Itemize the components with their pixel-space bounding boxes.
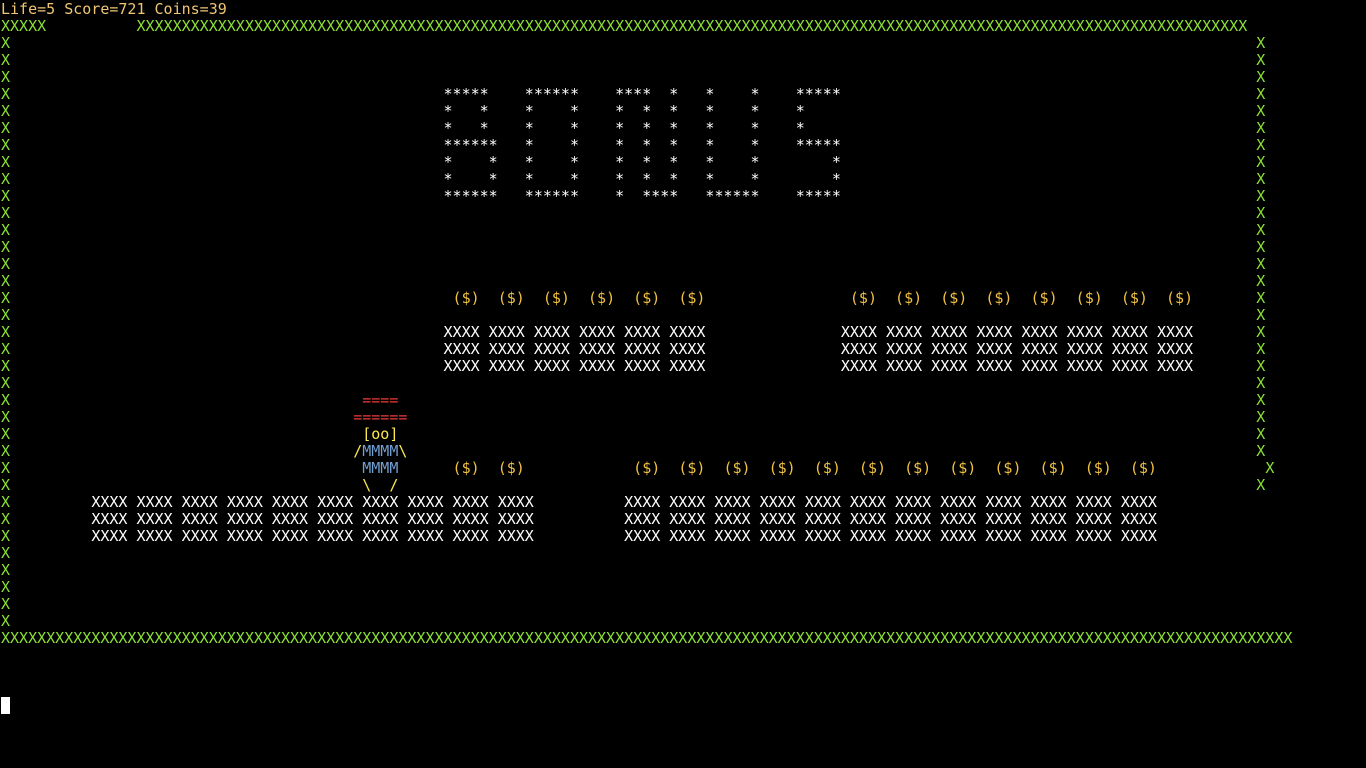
- screen-row: X X: [1, 374, 1266, 392]
- screen-row: X X: [1, 272, 1266, 290]
- screen-row: X ($) ($) ($) ($) ($) ($) ($) ($) ($) ($…: [1, 289, 1266, 307]
- screen-row: XXXXXXXXXXXXXXXXXXXXXXXXXXXXXXXXXXXXXXXX…: [1, 629, 1293, 647]
- screen-row: X ****** * * * * * * * ***** X: [1, 136, 1266, 154]
- screen-row: X \ / X: [1, 476, 1266, 494]
- screen-row: X: [1, 561, 11, 579]
- screen-row: X XXXX XXXX XXXX XXXX XXXX XXXX XXXX XXX…: [1, 340, 1266, 358]
- screen-row: X ****** ****** * **** ****** ***** X: [1, 187, 1266, 205]
- screen-row: X ==== X: [1, 391, 1266, 409]
- screen-row: X X: [1, 34, 1266, 52]
- screen-row: X XXXX XXXX XXXX XXXX XXXX XXXX XXXX XXX…: [1, 357, 1266, 375]
- screen-row: X MMMM ($) ($) ($) ($) ($) ($) ($) ($) (…: [1, 459, 1275, 477]
- screen-row: X XXXX XXXX XXXX XXXX XXXX XXXX XXXX XXX…: [1, 323, 1266, 341]
- screen-row: X X: [1, 51, 1266, 69]
- screen-row: X XXXX XXXX XXXX XXXX XXXX XXXX XXXX XXX…: [1, 510, 1157, 528]
- screen-row: X: [1, 544, 11, 562]
- screen-row: X /MMMM\ X: [1, 442, 1266, 460]
- screen-row: X X: [1, 204, 1266, 222]
- screen-row: X * * * * * * * * * * X: [1, 102, 1266, 120]
- screen-row: X * * * * * * * * * * X: [1, 170, 1266, 188]
- screen-row: X ***** ****** **** * * * ***** X: [1, 85, 1266, 103]
- screen-row: X X: [1, 68, 1266, 86]
- screen-row: XXXXX XXXXXXXXXXXXXXXXXXXXXXXXXXXXXXXXXX…: [1, 17, 1248, 35]
- screen-row: X ====== X: [1, 408, 1266, 426]
- screen-row: X: [1, 612, 11, 630]
- hud-status: Life=5 Score=721 Coins=39: [1, 0, 227, 18]
- screen-row: X: [1, 595, 11, 613]
- screen-row: X * * * * * * * * * * X: [1, 119, 1266, 137]
- screen-row: X XXXX XXXX XXXX XXXX XXXX XXXX XXXX XXX…: [1, 493, 1157, 511]
- screen-row: X X: [1, 255, 1266, 273]
- screen-row: X X: [1, 306, 1266, 324]
- game-terminal: Life=5 Score=721 Coins=39 XXXXX XXXXXXXX…: [0, 0, 1366, 768]
- screen-row: X * * * * * * * * * * X: [1, 153, 1266, 171]
- screen-row: X X: [1, 221, 1266, 239]
- screen-row: X [oo] X: [1, 425, 1266, 443]
- screen-row: X X: [1, 238, 1266, 256]
- text-cursor: [1, 697, 10, 714]
- screen-row: X XXXX XXXX XXXX XXXX XXXX XXXX XXXX XXX…: [1, 527, 1157, 545]
- screen-row: X: [1, 578, 11, 596]
